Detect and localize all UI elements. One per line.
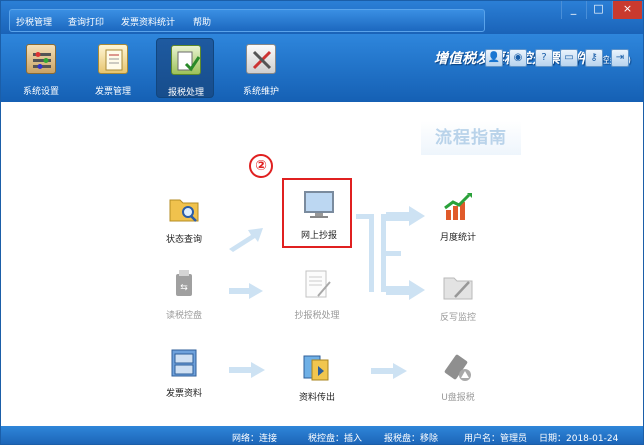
- tool-label: 系统设置: [22, 87, 59, 97]
- app-window: 抄税管理 查询打印 发票资料统计 帮助 _ □ × 系统设置 发票管理 报税处理: [0, 0, 644, 445]
- node-label: 反写监控: [439, 313, 476, 323]
- menu-tax-management[interactable]: 抄税管理: [16, 15, 52, 28]
- node-invoice-data[interactable]: 发票资料: [149, 338, 219, 408]
- svg-text:⇆: ⇆: [180, 283, 188, 293]
- tool-label: 报税处理: [167, 88, 204, 98]
- close-button[interactable]: ×: [612, 1, 642, 19]
- node-label: 网上抄报: [300, 231, 337, 241]
- export-icon: [303, 355, 329, 381]
- tax-report-icon: [171, 45, 201, 75]
- node-label: U盘报税: [441, 393, 475, 403]
- folder-edit-icon: [443, 277, 473, 300]
- chart-icon: [444, 193, 472, 220]
- node-label: 发票资料: [165, 389, 202, 399]
- node-label: 抄报税处理: [294, 311, 340, 321]
- maximize-button[interactable]: □: [586, 1, 610, 19]
- process-guide-panel: 流程指南 ② 状态查询 ⇆ 读税控盘 发票资料 网上抄报 抄报税处理 资料传出 …: [1, 102, 643, 426]
- node-label: 状态查询: [165, 235, 202, 245]
- help-icon[interactable]: ?: [535, 49, 553, 67]
- key-icon[interactable]: ⚷: [585, 49, 603, 67]
- folder-search-icon: [169, 199, 199, 222]
- exit-icon[interactable]: ⇥: [611, 49, 629, 67]
- node-u-disk-report[interactable]: U盘报税: [423, 342, 493, 412]
- status-network: 网络：连接: [232, 434, 278, 444]
- tool-system-settings[interactable]: 系统设置: [12, 38, 70, 98]
- usb-drive-icon: [444, 354, 471, 381]
- usb-icon: ⇆: [176, 270, 192, 296]
- window-icon[interactable]: ▭: [560, 49, 578, 67]
- status-tax-disk: 税控盘：插入: [308, 434, 363, 444]
- user-icon[interactable]: 👤: [485, 49, 503, 67]
- node-read-tax-disk[interactable]: ⇆ 读税控盘: [149, 260, 219, 330]
- tool-tax-report-processing[interactable]: 报税处理: [156, 38, 214, 98]
- tool-label: 发票管理: [94, 87, 131, 97]
- status-bar: 网络：连接 税控盘：插入 报税盘：移除 用户名：管理员 日期：2018-01-2…: [1, 426, 643, 444]
- node-report-processing[interactable]: 抄报税处理: [282, 260, 352, 330]
- status-report-disk: 报税盘：移除: [384, 434, 439, 444]
- globe-icon[interactable]: ◉: [509, 49, 527, 67]
- tool-invoice-management[interactable]: 发票管理: [84, 38, 142, 98]
- menu-strip: 抄税管理 查询打印 发票资料统计 帮助: [9, 9, 485, 32]
- status-date: 日期：2018-01-24: [539, 434, 619, 444]
- document-icon: [305, 270, 331, 298]
- tool-label: 系统维护: [242, 87, 279, 97]
- monitor-icon: [304, 191, 334, 218]
- tool-system-maintenance[interactable]: 系统维护: [232, 38, 290, 98]
- node-label: 月度统计: [439, 233, 476, 243]
- menu-invoice-statistics[interactable]: 发票资料统计: [121, 15, 175, 28]
- minimize-button[interactable]: _: [561, 1, 585, 19]
- cabinet-icon: [171, 349, 197, 377]
- node-label: 资料传出: [298, 393, 335, 403]
- settings-icon: [26, 44, 56, 74]
- maintenance-icon: [246, 44, 276, 74]
- node-data-export[interactable]: 资料传出: [282, 342, 352, 412]
- menu-help[interactable]: 帮助: [193, 15, 211, 28]
- node-status-query[interactable]: 状态查询: [149, 184, 219, 254]
- node-monthly-stats[interactable]: 月度统计: [423, 182, 493, 252]
- node-label: 读税控盘: [165, 311, 202, 321]
- invoice-icon: [98, 44, 128, 74]
- menu-query-print[interactable]: 查询打印: [68, 15, 104, 28]
- toolbar: 系统设置 发票管理 报税处理 系统维护 增值税发票税控开票软件(税控盘版): [1, 34, 643, 102]
- menu-bar: 抄税管理 查询打印 发票资料统计 帮助 _ □ ×: [1, 1, 643, 34]
- node-feedback-monitor[interactable]: 反写监控: [423, 262, 493, 332]
- node-online-report[interactable]: 网上抄报: [282, 178, 352, 248]
- status-username: 用户名：管理员: [464, 434, 528, 444]
